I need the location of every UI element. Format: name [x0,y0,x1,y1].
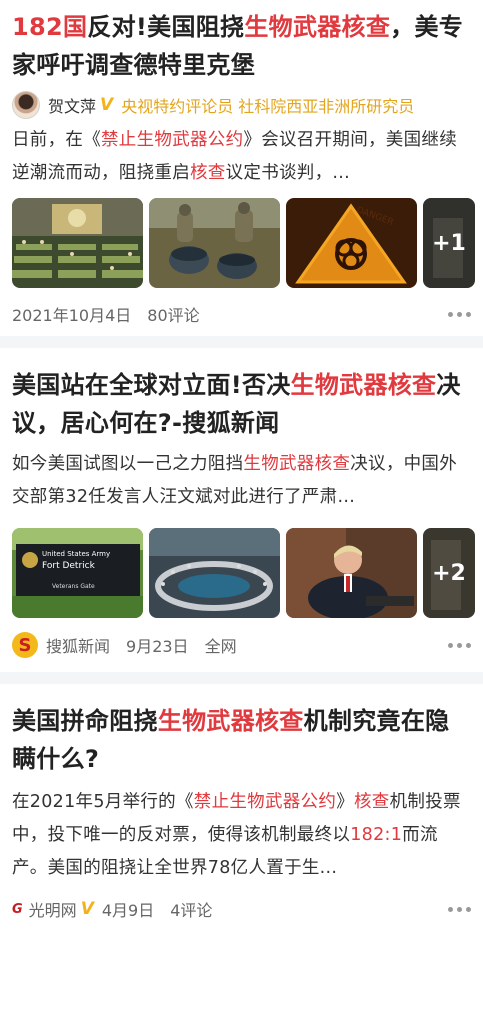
publish-date: 2021年10月4日 [12,306,132,325]
highlight-text: 禁止生物武器公约 [193,792,337,812]
card-summary[interactable]: 日前，在《禁止生物武器公约》会议召开期间，美国继续逆潮流而动，阻挠重启核查议定书… [12,124,471,190]
fort-sign-line3: Veterans Gate [52,583,95,590]
card-summary[interactable]: 在2021年5月举行的《禁止生物武器公约》核查机制投票中，投下唯一的反对票，使得… [12,786,471,885]
comment-count[interactable]: 4评论 [170,897,212,921]
sohu-logo-icon: S [12,632,38,658]
source-name[interactable]: 搜狐新闻 [46,633,110,657]
thumbnail-trump-signing[interactable] [286,528,417,618]
highlight-text: 禁止生物武器公约 [101,130,244,150]
verified-icon: V [80,899,94,919]
highlight-text: 182国 [12,13,88,41]
text-run: 议定书谈判，... [225,163,350,183]
news-feed: 182国反对!美国阻挠生物武器核查，美专家呼吁调查德特里克堡 贺文萍 V 央视特… [0,0,483,1024]
highlight-text: 182:1 [350,825,403,845]
highlight-text: 生物武器核查 [157,707,304,735]
card-title[interactable]: 美国站在全球对立面!否决生物武器核查决议，居心何在?-搜狐新闻 [12,366,471,442]
thumbnail-fort-detrick[interactable]: United States Army Fort Detrick Veterans… [12,528,143,618]
author-description: 央视特约评论员 社科院西亚非洲所研究员 [121,97,415,116]
card-separator [0,336,483,348]
more-images-count: +1 [423,198,475,288]
more-images-count: +2 [423,528,475,618]
author-row[interactable]: 贺文萍 V 央视特约评论员 社科院西亚非洲所研究员 [12,88,471,122]
text-run: 美国拼命阻挠 [12,707,158,735]
thumbnail-soldiers[interactable] [149,198,280,288]
thumbnail-un-assembly[interactable] [12,198,143,288]
publish-date: 4月9日 [101,901,155,920]
news-card-2[interactable]: 美国站在全球对立面!否决生物武器核查决议，居心何在?-搜狐新闻 如今美国试图以一… [0,348,483,672]
text-run: 》 [336,792,354,812]
card-meta: G 光明网 V 4月9日 4评论 [12,887,471,931]
highlight-text: 生物武器核查 [244,13,391,41]
text-run: 日前，在《 [12,130,101,150]
card-title[interactable]: 美国拼命阻挠生物武器核查机制究竟在隐瞒什么? [12,702,471,778]
thumbnail-strip[interactable]: DANGER +1 [12,198,475,288]
card-separator [0,672,483,684]
thumbnail-strip[interactable]: United States Army Fort Detrick Veterans… [12,528,475,618]
card-meta: S 搜狐新闻 9月23日 全网 [12,618,471,672]
source-name[interactable]: 光明网 [29,897,77,921]
text-run: 如今美国试图以一己之力阻挡 [12,454,244,474]
more-options-icon[interactable] [448,311,471,317]
thumbnail-more[interactable]: +2 [423,528,475,618]
avatar[interactable] [12,91,40,119]
news-card-1[interactable]: 182国反对!美国阻挠生物武器核查，美专家呼吁调查德特里克堡 贺文萍 V 央视特… [0,0,483,336]
highlight-text: 生物武器核查 [243,454,351,474]
highlight-text: 生物武器核查 [290,371,437,399]
highlight-text: 核查 [354,792,390,812]
thumbnail-biohazard[interactable]: DANGER [286,198,417,288]
thumbnail-security-council[interactable] [149,528,280,618]
author-name[interactable]: 贺文萍 [48,93,96,117]
news-card-3[interactable]: 美国拼命阻挠生物武器核查机制究竟在隐瞒什么? 在2021年5月举行的《禁止生物武… [0,684,483,931]
text-run: 反对!美国阻挠 [87,13,245,41]
text-run: 美国站在全球对立面!否决 [12,371,291,399]
highlight-text: 核查 [190,163,226,183]
guangming-logo-icon: G [12,901,23,917]
more-options-icon[interactable] [448,642,471,648]
comment-count[interactable]: 80评论 [147,302,199,326]
thumbnail-more[interactable]: +1 [423,198,475,288]
verified-icon: V [100,95,114,115]
fort-sign-line2: Fort Detrick [42,561,96,571]
fort-sign-line1: United States Army [42,550,110,558]
card-title[interactable]: 182国反对!美国阻挠生物武器核查，美专家呼吁调查德特里克堡 [12,8,471,84]
card-summary[interactable]: 如今美国试图以一己之力阻挡生物武器核查决议，中国外交部第32任发言人汪文斌对此进… [12,448,471,514]
text-run: 在2021年5月举行的《 [12,792,194,812]
card-meta: 2021年10月4日 80评论 [12,292,471,336]
scope-label: 全网 [204,637,237,656]
more-options-icon[interactable] [448,906,471,912]
publish-date: 9月23日 [126,637,189,656]
